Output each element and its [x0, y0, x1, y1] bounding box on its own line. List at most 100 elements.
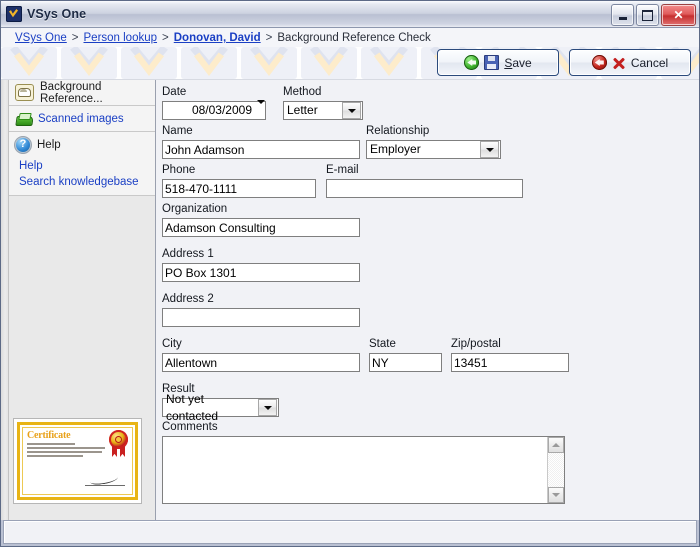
- close-button[interactable]: ✕: [661, 4, 696, 26]
- signature-icon: [85, 475, 125, 486]
- comments-textarea-wrapper: [162, 436, 565, 504]
- zip-input[interactable]: [451, 353, 569, 372]
- field-city: City: [162, 338, 360, 372]
- sidebar-item-scanned-images[interactable]: Scanned images: [9, 106, 155, 131]
- zip-label: Zip/postal: [451, 338, 501, 350]
- result-select[interactable]: Not yet contacted: [162, 392, 279, 423]
- minimize-icon: [612, 5, 633, 25]
- watermark-logo-icon: [301, 47, 357, 79]
- vsys-shield-check-icon: [6, 6, 22, 22]
- email-input[interactable]: [326, 179, 523, 198]
- breadcrumb-separator: >: [265, 32, 273, 44]
- address2-label: Address 2: [162, 293, 214, 305]
- maximize-icon: [637, 5, 658, 25]
- method-value: Letter: [287, 103, 318, 117]
- city-label: City: [162, 338, 182, 350]
- method-select[interactable]: Letter: [283, 101, 363, 120]
- address1-input[interactable]: [162, 263, 360, 282]
- watermark-logo-icon: [181, 47, 237, 79]
- sidebar-link-search-knowledgebase[interactable]: Search knowledgebase: [19, 175, 155, 190]
- field-relationship: Relationship Employer: [366, 125, 501, 159]
- chevron-down-icon: [263, 405, 272, 410]
- triangle-up-icon: [552, 443, 560, 447]
- field-comments: Comments: [162, 421, 565, 504]
- state-label: State: [369, 338, 396, 350]
- comments-textarea[interactable]: [163, 437, 547, 503]
- date-value: 08/03/2009: [191, 103, 252, 117]
- city-input[interactable]: [162, 353, 360, 372]
- result-dropdown-button[interactable]: [258, 399, 277, 416]
- sidebar-item-label: Help: [37, 138, 61, 151]
- watermark-logo-icon: [241, 47, 297, 79]
- watermark-logo-icon: [1, 47, 57, 79]
- scroll-down-button[interactable]: [548, 487, 564, 503]
- date-input[interactable]: 08/03/2009: [162, 99, 266, 120]
- state-input[interactable]: [369, 353, 442, 372]
- email-label: E-mail: [326, 164, 359, 176]
- address1-label: Address 1: [162, 248, 214, 260]
- award-ribbon-icon: [112, 446, 126, 457]
- save-button[interactable]: Save: [437, 49, 559, 76]
- sidebar-item-label: Background Reference...: [40, 80, 103, 105]
- field-address2: Address 2: [162, 293, 360, 327]
- certificate-body-lines: [27, 443, 105, 457]
- sidebar: Background Reference... Scanned images ?…: [1, 80, 156, 520]
- certificate-thumbnail[interactable]: Certificate: [13, 418, 142, 504]
- title-bar: VSys One ✕: [1, 1, 699, 28]
- sidebar-item-background-reference[interactable]: Background Reference...: [9, 80, 155, 105]
- window-body: Background Reference... Scanned images ?…: [1, 80, 699, 520]
- breadcrumb-item-vsys-one[interactable]: VSys One: [15, 32, 67, 44]
- field-address1: Address 1: [162, 248, 360, 282]
- status-bar: [3, 520, 697, 544]
- row-result: Result Not yet contacted: [162, 383, 279, 423]
- sidebar-item-label: Scanned images: [38, 112, 124, 125]
- scroll-up-button[interactable]: [548, 437, 564, 453]
- row-address1: Address 1: [162, 248, 360, 282]
- breadcrumb-separator: >: [71, 32, 79, 44]
- breadcrumb-item-donovan-david[interactable]: Donovan, David: [174, 32, 261, 44]
- field-method: Method Letter: [283, 86, 363, 120]
- red-back-arrow-icon: [591, 55, 607, 70]
- row-organization: Organization: [162, 203, 360, 237]
- address2-input[interactable]: [162, 308, 360, 327]
- sidebar-section-help: ? Help Help Search knowledgebase: [9, 132, 155, 196]
- cancel-button-label: Cancel: [630, 55, 669, 70]
- field-organization: Organization: [162, 203, 360, 237]
- row-city-state-zip: City State Zip/postal: [162, 338, 569, 372]
- floppy-disk-icon: [484, 55, 500, 70]
- breadcrumb-separator: >: [162, 32, 169, 44]
- name-label: Name: [162, 125, 193, 137]
- save-button-label: Save: [504, 55, 532, 70]
- phone-input[interactable]: [162, 179, 316, 198]
- chevron-down-icon: [257, 99, 265, 118]
- field-name: Name: [162, 125, 360, 159]
- chevron-down-icon: [485, 147, 494, 152]
- organization-input[interactable]: [162, 218, 360, 237]
- sidebar-help-links: Help Search knowledgebase: [9, 157, 155, 195]
- sidebar-item-help[interactable]: ? Help: [9, 132, 155, 157]
- breadcrumb-item-person-lookup[interactable]: Person lookup: [84, 32, 158, 44]
- field-phone: Phone: [162, 164, 316, 198]
- field-zip: Zip/postal: [451, 338, 569, 372]
- triangle-down-icon: [552, 493, 560, 497]
- minimize-button[interactable]: [611, 4, 634, 26]
- result-value: Not yet contacted: [166, 391, 219, 423]
- date-label: Date: [162, 86, 187, 98]
- method-dropdown-button[interactable]: [342, 102, 361, 119]
- relationship-select[interactable]: Employer: [366, 140, 501, 159]
- background-check-icon: [15, 84, 34, 101]
- maximize-button[interactable]: [636, 4, 659, 26]
- header-banner: Save Cancel: [1, 47, 699, 80]
- name-input[interactable]: [162, 140, 360, 159]
- relationship-dropdown-button[interactable]: [480, 141, 499, 158]
- comments-scrollbar[interactable]: [547, 437, 564, 503]
- watermark-logo-icon: [121, 47, 177, 79]
- sidebar-link-help[interactable]: Help: [19, 159, 155, 174]
- comments-label: Comments: [162, 421, 218, 433]
- cancel-button[interactable]: Cancel: [569, 49, 691, 76]
- field-email: E-mail: [326, 164, 523, 198]
- date-dropdown-button[interactable]: [257, 99, 265, 118]
- row-address2: Address 2: [162, 293, 360, 327]
- row-comments: Comments: [162, 421, 565, 504]
- window-title: VSys One: [27, 7, 87, 21]
